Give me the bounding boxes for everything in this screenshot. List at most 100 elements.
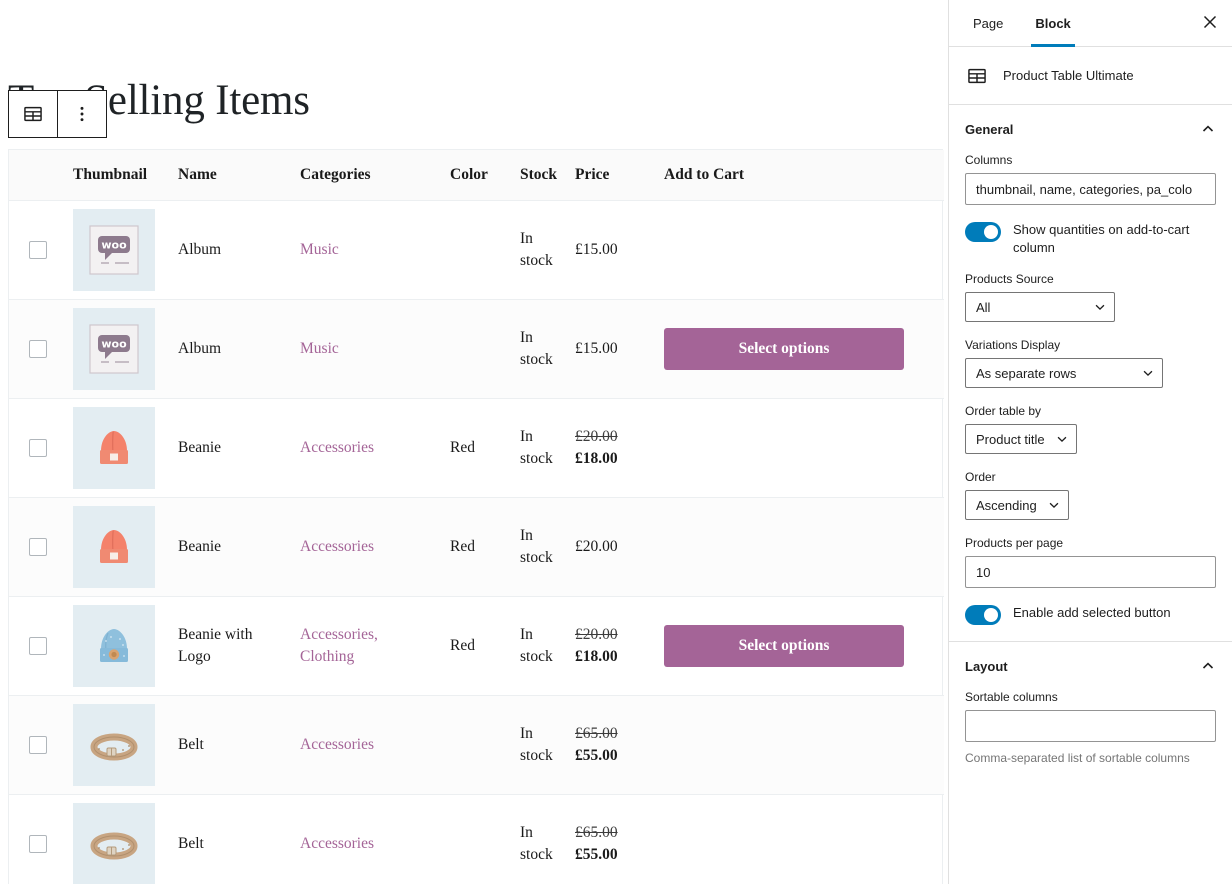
close-icon (1202, 14, 1218, 33)
beanie-orange-icon (73, 407, 155, 489)
tab-block[interactable]: Block (1019, 0, 1086, 47)
belt-tan-icon (73, 803, 155, 884)
product-price-cell: £20.00 £18.00 (567, 398, 656, 498)
product-name-cell: Album (170, 200, 292, 300)
row-select-checkbox[interactable] (29, 538, 47, 556)
table-body: woo Album Music In stock £15.00 woo Album Music… (9, 200, 944, 884)
add-to-cart-cell: Select options (656, 596, 944, 696)
product-price-cell: £15.00 (567, 200, 656, 300)
show-quantities-toggle[interactable] (965, 222, 1001, 242)
row-select-cell (9, 695, 65, 795)
price: £15.00 (575, 339, 618, 357)
block-settings-sidebar: Page Block Product Table Ultimate Genera… (948, 0, 1232, 884)
block-toolbar (8, 90, 107, 138)
columns-input[interactable] (965, 173, 1216, 205)
show-quantities-row: Show quantities on add-to-cart column (965, 221, 1216, 256)
sale-price: £18.00 (575, 450, 618, 467)
sale-price: £55.00 (575, 846, 618, 863)
row-select-cell (9, 299, 65, 399)
product-categories-cell: Music (292, 299, 442, 399)
regular-price: £65.00 (575, 823, 618, 841)
field-sortable-columns: Sortable columns Comma-separated list of… (965, 690, 1216, 767)
variations-display-label: Variations Display (965, 338, 1061, 353)
product-categories-cell: Music (292, 200, 442, 300)
column-header-stock: Stock (512, 150, 567, 201)
variations-display-select[interactable]: As separate rows (965, 358, 1163, 389)
product-categories-cell: Accessories (292, 794, 442, 884)
chevron-up-icon (1200, 658, 1216, 674)
enable-add-selected-toggle[interactable] (965, 605, 1001, 626)
table-icon (965, 64, 989, 88)
table-row: Belt Accessories In stock £65.00 £55.00 (9, 695, 944, 795)
tab-page[interactable]: Page (957, 0, 1019, 46)
field-order-table-by: Order table by Product title (965, 404, 1216, 455)
add-to-cart-cell (656, 497, 944, 597)
beanie-orange-icon (73, 506, 155, 588)
panel-layout-title: Layout (965, 658, 1008, 674)
block-type-button[interactable] (9, 91, 57, 137)
product-price-cell: £15.00 (567, 299, 656, 399)
product-name-cell: Album (170, 299, 292, 399)
variations-display-select-wrap: As separate rows (965, 358, 1163, 389)
table-icon (22, 103, 44, 125)
product-name-cell: Beanie (170, 398, 292, 498)
order-select-wrap: Ascending (965, 490, 1069, 521)
row-select-checkbox[interactable] (29, 340, 47, 358)
editor-canvas: Top Selling Items Thumbnail Name Categor… (0, 0, 948, 884)
regular-price: £20.00 (575, 427, 618, 445)
product-color-cell: Red (442, 497, 512, 597)
select-options-button[interactable]: Select options (664, 327, 904, 371)
product-thumbnail-cell (65, 794, 170, 884)
sortable-columns-input[interactable] (965, 710, 1216, 743)
products-source-select-wrap: All (965, 292, 1115, 323)
table-row: Beanie with Logo Accessories, Clothing Red I… (9, 596, 944, 696)
category-link[interactable]: Accessories (300, 835, 374, 852)
product-name-cell: Beanie with Logo (170, 596, 292, 696)
category-link[interactable]: Music (300, 340, 339, 357)
product-stock-cell: In stock (512, 497, 567, 597)
product-stock-cell: In stock (512, 794, 567, 884)
table-row: Belt Accessories In stock £65.00 £55.00 (9, 794, 944, 884)
product-color-cell: Red (442, 596, 512, 696)
order-select[interactable]: Ascending (965, 490, 1069, 521)
product-stock-cell: In stock (512, 299, 567, 399)
columns-label: Columns (965, 153, 1013, 167)
panel-layout-header[interactable]: Layout (965, 642, 1216, 690)
select-options-button[interactable]: Select options (664, 624, 904, 668)
row-select-checkbox[interactable] (29, 835, 47, 853)
beanie-with-logo-blue-icon (73, 605, 155, 687)
column-header-price: Price (567, 150, 656, 201)
table-row: woo Album Music In stock £15.00 (9, 200, 944, 300)
panel-layout: Layout Sortable columns Comma-separated … (949, 642, 1232, 783)
category-link[interactable]: Accessories (300, 538, 374, 555)
products-source-select[interactable]: All (965, 292, 1115, 323)
field-products-per-page: Products per page (965, 536, 1216, 589)
panel-general-header[interactable]: General (965, 105, 1216, 153)
belt-tan-icon (73, 704, 155, 786)
row-select-checkbox[interactable] (29, 637, 47, 655)
more-options-button[interactable] (58, 91, 106, 137)
table-row: woo Album Music In stock £15.00 Select option… (9, 299, 944, 399)
category-link[interactable]: Clothing (300, 648, 354, 665)
category-link[interactable]: Accessories (300, 439, 374, 456)
product-name-cell: Belt (170, 695, 292, 795)
row-select-checkbox[interactable] (29, 736, 47, 754)
svg-text:woo: woo (101, 338, 127, 351)
column-header-select (9, 150, 65, 201)
products-per-page-input[interactable] (965, 556, 1216, 589)
price: £20.00 (575, 537, 618, 555)
row-select-checkbox[interactable] (29, 241, 47, 259)
order-table-by-select[interactable]: Product title (965, 424, 1077, 455)
close-sidebar-button[interactable] (1188, 0, 1232, 46)
product-name-cell: Beanie (170, 497, 292, 597)
row-select-checkbox[interactable] (29, 439, 47, 457)
row-select-cell (9, 596, 65, 696)
product-color-cell: Red (442, 398, 512, 498)
product-price-cell: £65.00 £55.00 (567, 794, 656, 884)
category-link[interactable]: Accessories (300, 736, 374, 753)
sidebar-tabs: Page Block (949, 0, 1232, 47)
category-link[interactable]: Accessories, (300, 626, 378, 643)
category-link[interactable]: Music (300, 241, 339, 258)
order-table-by-select-wrap: Product title (965, 424, 1077, 455)
show-quantities-label: Show quantities on add-to-cart column (1013, 222, 1190, 255)
